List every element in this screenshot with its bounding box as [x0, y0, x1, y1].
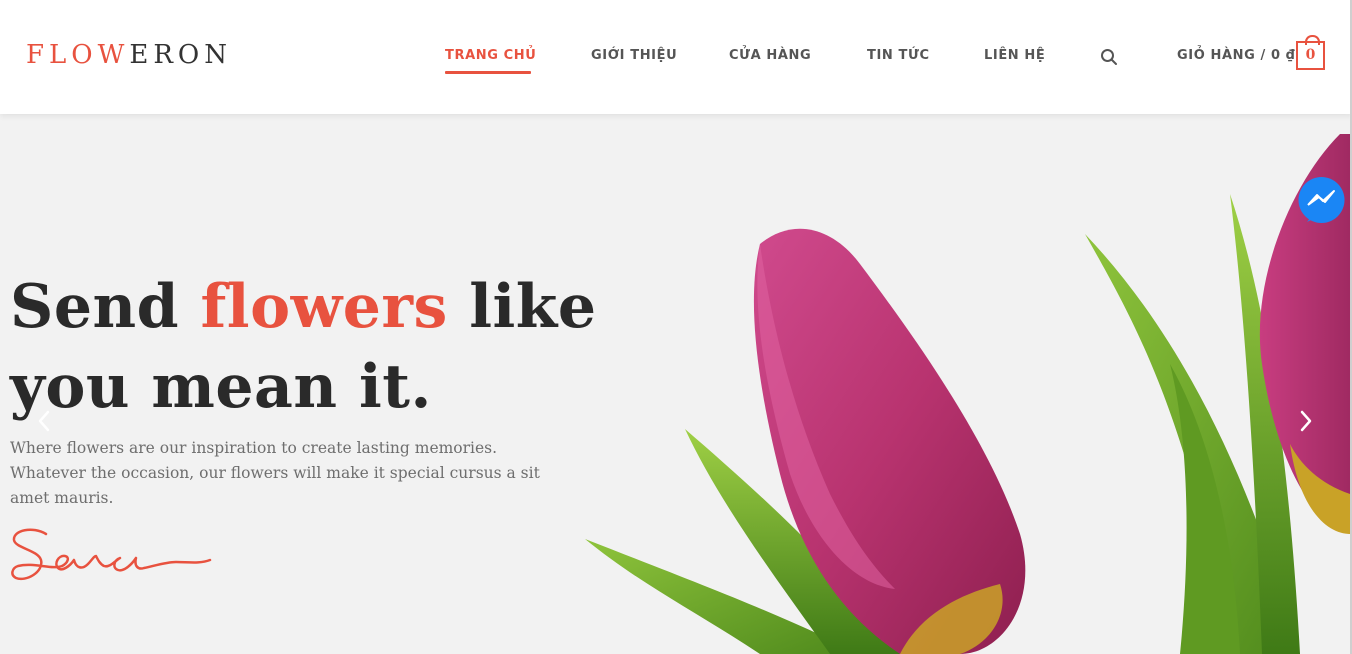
- cart-count-badge: 0: [1305, 47, 1316, 63]
- nav-item-cua-hang[interactable]: CỬA HÀNG: [729, 48, 811, 66]
- nav-active-underline: [445, 71, 531, 74]
- hero-headline: Send flowers like you mean it.: [10, 267, 610, 427]
- logo-text-accent: FLOW: [26, 40, 130, 70]
- site-header: FLOWERON TRANG CHỦ GIỚI THIỆU CỬA HÀNG T…: [0, 0, 1352, 114]
- nav-item-gioi-thieu[interactable]: GIỚI THIỆU: [591, 48, 677, 66]
- headline-text-start: Send: [10, 272, 201, 342]
- logo-text-main: ERON: [129, 40, 232, 70]
- messenger-icon[interactable]: [1297, 176, 1346, 225]
- chevron-right-icon[interactable]: [1296, 408, 1316, 434]
- chevron-left-icon[interactable]: [34, 408, 54, 434]
- signature-image: [11, 528, 212, 581]
- site-logo[interactable]: FLOWERON: [26, 40, 232, 70]
- nav-item-tin-tuc[interactable]: TIN TỨC: [867, 48, 930, 66]
- cart-link[interactable]: GIỎ HÀNG / 0 ₫: [1177, 48, 1295, 63]
- hero-description: Where flowers are our inspiration to cre…: [10, 439, 540, 507]
- search-icon[interactable]: [1100, 48, 1118, 66]
- nav-item-lien-he[interactable]: LIÊN HỆ: [984, 48, 1045, 66]
- nav-item-trang-chu[interactable]: TRANG CHỦ: [445, 48, 536, 66]
- headline-text-accent: flowers: [200, 272, 448, 342]
- hero-slider: Send flowers like you mean it. Where flo…: [0, 114, 1350, 654]
- shopping-bag-icon[interactable]: 0: [1296, 35, 1325, 70]
